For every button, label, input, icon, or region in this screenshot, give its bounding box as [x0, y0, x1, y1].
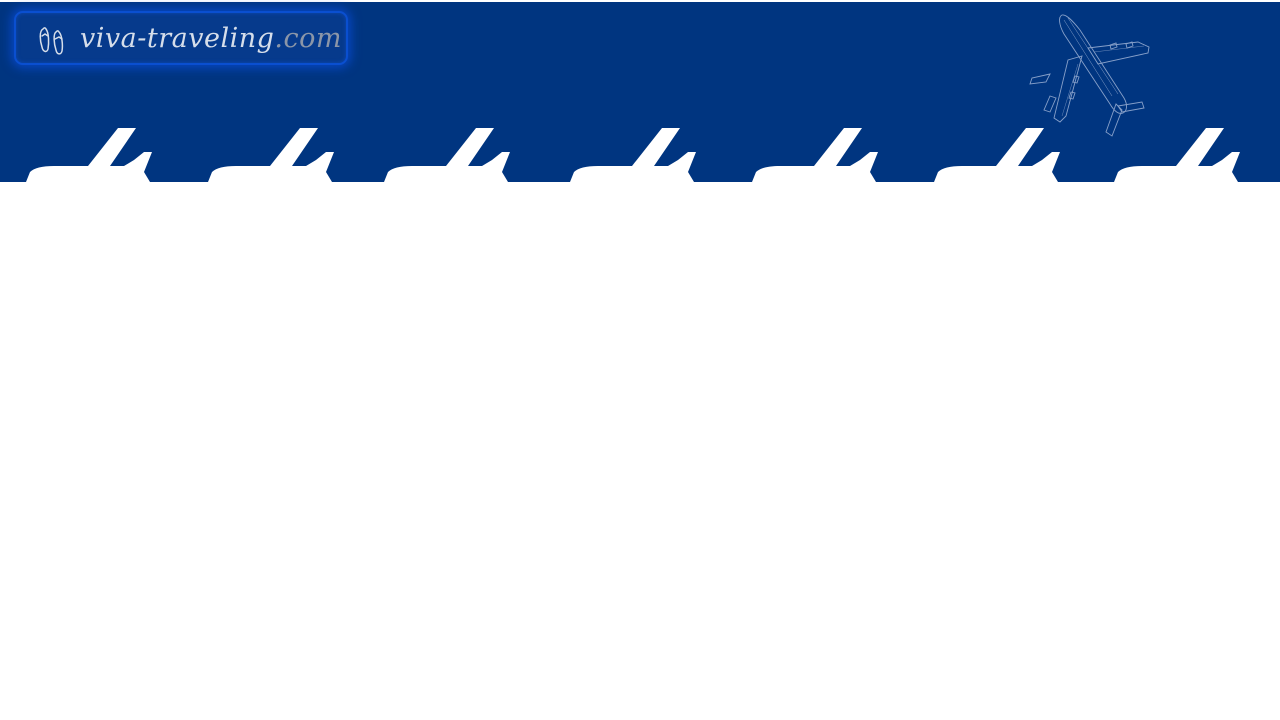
airplane-tail-silhouette-icon: [208, 128, 334, 182]
site-header: viva-traveling.com: [0, 0, 1280, 182]
airplane-tail-silhouette-icon: [384, 128, 510, 182]
airplane-tail-silhouette-icon: [752, 128, 878, 182]
airplane-silhouette-row: [26, 128, 1240, 182]
airplane-tail-silhouette-icon: [934, 128, 1060, 182]
airplane-tail-silhouette-icon: [26, 128, 152, 182]
airplane-tail-silhouette-icon: [1114, 128, 1240, 182]
main-content: [0, 182, 1280, 720]
airplane-tail-silhouette-icon: [570, 128, 696, 182]
